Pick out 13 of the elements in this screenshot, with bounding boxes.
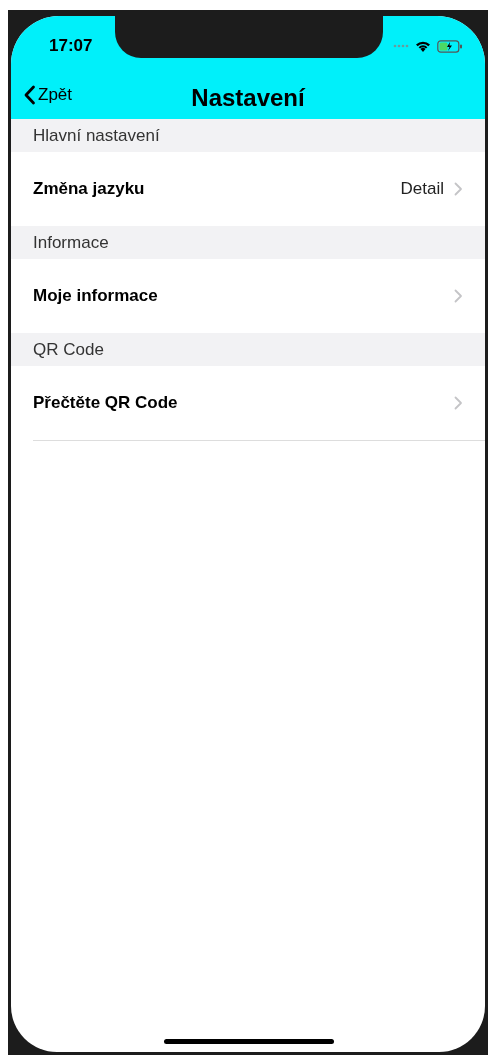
chevron-icon	[454, 289, 463, 303]
back-button[interactable]: Zpět	[23, 85, 73, 105]
section-header: Hlavní nastavení	[11, 119, 485, 152]
wifi-icon	[415, 40, 431, 52]
section-header: Informace	[11, 226, 485, 259]
back-chevron-icon	[23, 85, 36, 105]
screen-title: Nastavení	[191, 83, 305, 112]
section-header: QR Code	[11, 333, 485, 366]
chevron-icon	[454, 182, 463, 196]
status-time: 17:07	[49, 36, 93, 56]
signal-icon	[393, 44, 409, 48]
chevron-icon	[454, 396, 463, 410]
battery-icon	[437, 39, 463, 53]
